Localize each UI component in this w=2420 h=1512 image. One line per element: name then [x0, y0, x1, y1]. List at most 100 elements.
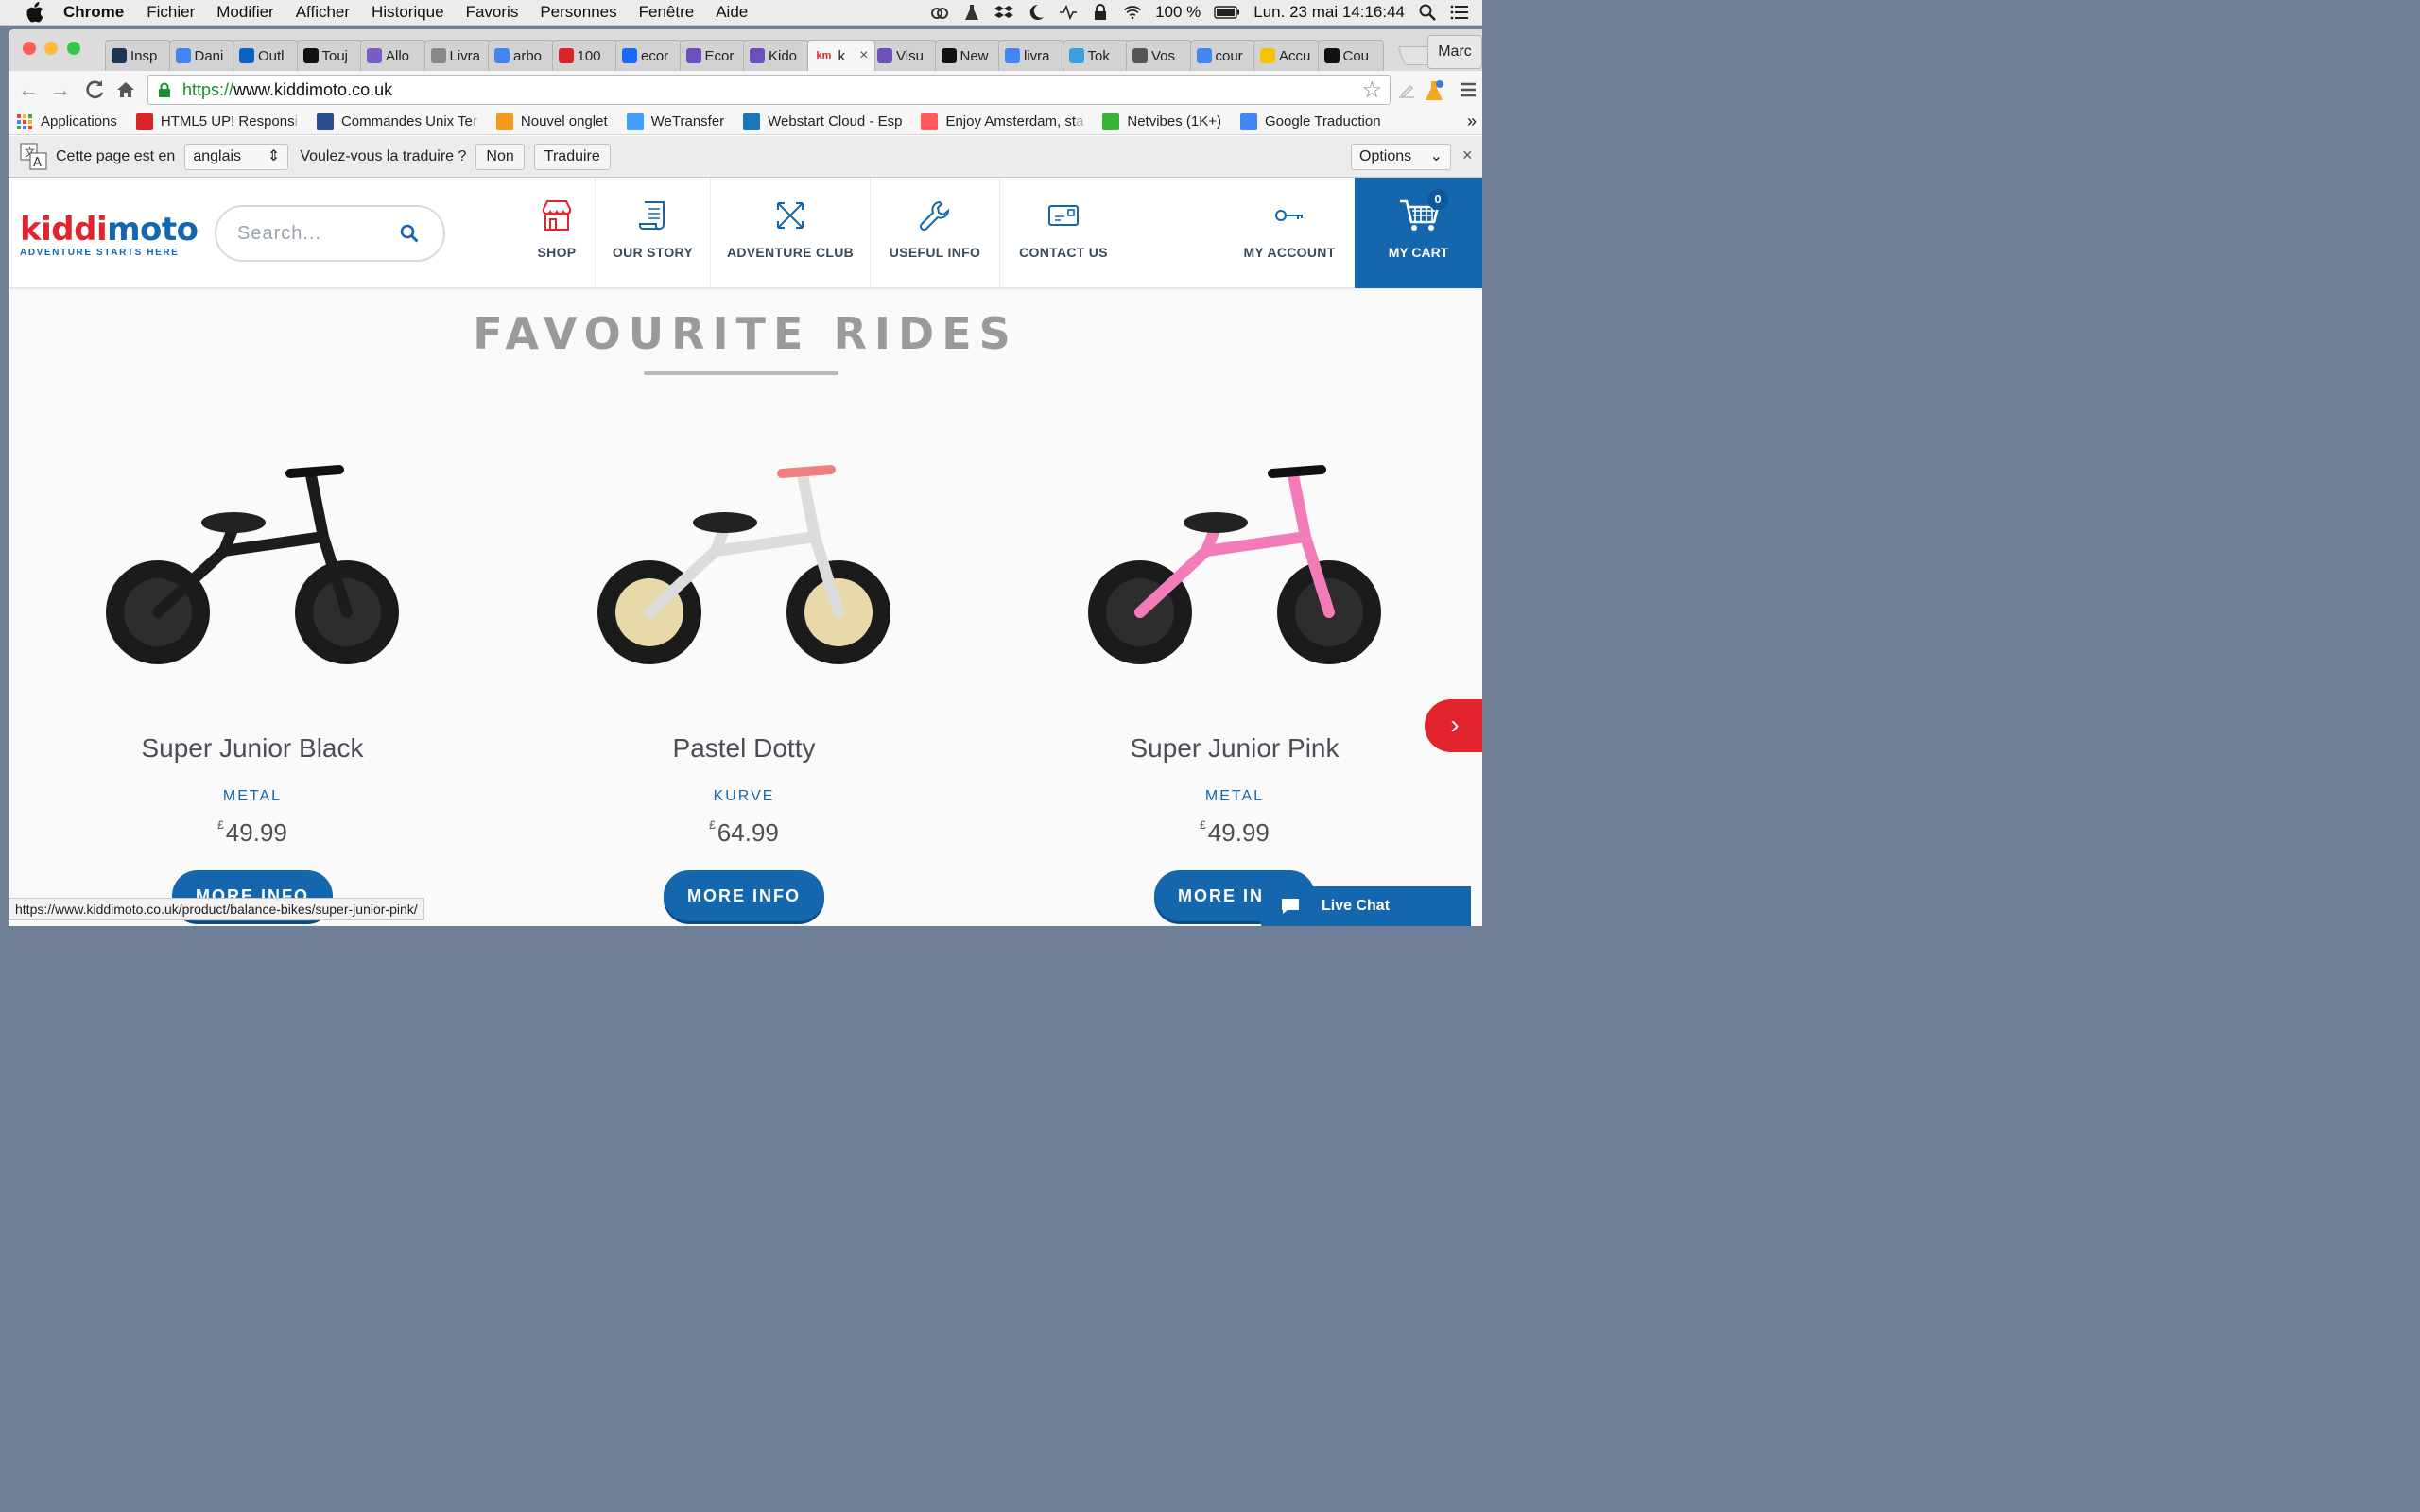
tab-favicon-icon — [685, 48, 701, 63]
product-brand[interactable]: METAL — [54, 788, 451, 805]
menu-fichier[interactable]: Fichier — [147, 3, 195, 22]
browser-tab[interactable]: 100 — [551, 40, 618, 71]
creative-cloud-icon[interactable] — [930, 4, 949, 21]
dropbox-icon[interactable] — [994, 4, 1014, 21]
nav-our-story[interactable]: OUR STORY — [595, 178, 710, 288]
search-icon[interactable] — [400, 224, 419, 243]
apple-logo-icon[interactable] — [24, 2, 44, 23]
bookmarks-overflow-icon[interactable]: » — [1467, 112, 1477, 131]
moon-icon[interactable] — [1027, 4, 1046, 21]
bookmark-item[interactable]: WeTransfer — [626, 112, 724, 130]
kiddimoto-logo[interactable]: kiddimoto ADVENTURE STARTS HERE — [20, 214, 199, 258]
product-brand[interactable]: KURVE — [545, 788, 942, 805]
bookmark-item[interactable]: Enjoy Amsterdam, st a — [921, 112, 1083, 130]
bookmark-item[interactable]: Webstart Cloud - Esp — [743, 112, 903, 130]
browser-tab[interactable]: cour — [1189, 40, 1256, 71]
wifi-icon[interactable] — [1123, 4, 1142, 21]
tab-close-icon[interactable]: × — [859, 47, 868, 64]
forward-arrow-icon[interactable]: → — [48, 77, 73, 102]
product-name[interactable]: Pastel Dotty — [545, 733, 942, 764]
browser-tab[interactable]: Insp — [105, 40, 171, 71]
browser-tab[interactable]: Allo — [360, 40, 426, 71]
browser-tab[interactable]: Visu — [871, 40, 937, 71]
menu-afficher[interactable]: Afficher — [296, 3, 350, 22]
bookmark-label: Applications — [41, 113, 117, 129]
bookmark-star-icon[interactable]: ☆ — [1361, 77, 1382, 104]
chrome-menu-icon[interactable] — [1459, 81, 1478, 98]
nav-contact-us[interactable]: CONTACT US — [999, 178, 1127, 288]
bookmark-item[interactable]: Nouvel onglet — [495, 112, 608, 130]
bookmark-item[interactable]: Commandes Unix Te r — [316, 112, 477, 130]
extension-flask-icon[interactable] — [1424, 79, 1444, 102]
menubar-clock[interactable]: Lun. 23 mai 14:16:44 — [1253, 3, 1405, 22]
browser-tab[interactable]: Tok — [1062, 40, 1129, 71]
browser-tab[interactable]: Ecor — [679, 40, 746, 71]
address-bar[interactable]: https:// www.kiddimoto.co.uk ☆ — [147, 75, 1391, 105]
menu-fenetre[interactable]: Fenêtre — [639, 3, 695, 22]
carousel-next-button[interactable]: › — [1425, 699, 1482, 752]
balance-bike-image[interactable] — [583, 447, 905, 683]
browser-tab[interactable]: Vos — [1126, 40, 1192, 71]
menu-historique[interactable]: Historique — [372, 3, 444, 22]
menu-favoris[interactable]: Favoris — [466, 3, 519, 22]
browser-tab[interactable]: ecor — [615, 40, 682, 71]
product-brand[interactable]: METAL — [1036, 788, 1433, 805]
reload-icon[interactable] — [82, 77, 107, 102]
close-window-button[interactable] — [23, 42, 36, 55]
browser-tab[interactable]: km k × — [806, 40, 875, 71]
notification-center-icon[interactable] — [1450, 4, 1469, 21]
translate-options-select[interactable]: Options ⌄ — [1351, 144, 1451, 170]
bookmark-item[interactable]: Google Traduction — [1239, 112, 1381, 130]
extension-pen-icon[interactable] — [1396, 80, 1417, 101]
browser-tab[interactable]: Livra — [424, 40, 491, 71]
nav-my-account[interactable]: MY ACCOUNT — [1228, 178, 1351, 288]
bookmark-label: HTML5 UP! Respons — [160, 113, 295, 129]
secure-lock-icon[interactable] — [158, 82, 171, 97]
product-name[interactable]: Super Junior Black — [54, 733, 451, 764]
browser-tab[interactable]: Touj — [296, 40, 363, 71]
more-info-button[interactable]: MORE INFO — [664, 870, 824, 921]
spotlight-search-icon[interactable] — [1418, 4, 1437, 21]
profile-button[interactable]: Marc — [1427, 35, 1482, 69]
language-select[interactable]: anglais ⇕ — [184, 143, 289, 170]
activity-icon[interactable] — [1059, 4, 1078, 21]
minimize-window-button[interactable] — [44, 42, 58, 55]
nav-shop[interactable]: SHOP — [519, 178, 595, 288]
zoom-window-button[interactable] — [67, 42, 80, 55]
close-icon[interactable]: × — [1462, 146, 1473, 165]
browser-tab[interactable]: livra — [998, 40, 1064, 71]
browser-tab[interactable]: Accu — [1253, 40, 1320, 71]
balance-bike-image[interactable] — [92, 447, 413, 683]
nav-useful-info[interactable]: USEFUL INFO — [870, 178, 999, 288]
browser-tab[interactable]: Cou — [1317, 40, 1384, 71]
flask-icon[interactable] — [962, 4, 981, 21]
balance-bike-image[interactable] — [1074, 447, 1395, 683]
svg-text:A: A — [33, 156, 42, 170]
search-input[interactable]: Search... — [215, 205, 445, 262]
bookmark-item[interactable]: Netvibes (1K+) — [1102, 112, 1221, 130]
menu-modifier[interactable]: Modifier — [216, 3, 273, 22]
bookmark-applications[interactable]: Applications — [16, 113, 117, 130]
browser-tab[interactable]: New — [934, 40, 1001, 71]
browser-tab[interactable]: Kido — [743, 40, 809, 71]
bookmark-item[interactable]: HTML5 UP! Respons i — [135, 112, 298, 130]
my-cart-button[interactable]: MY CART 0 — [1355, 178, 1482, 288]
translate-no-button[interactable]: Non — [475, 143, 525, 170]
app-menu-chrome[interactable]: Chrome — [63, 3, 124, 22]
battery-icon[interactable] — [1214, 4, 1240, 21]
live-chat-button[interactable]: Live Chat — [1261, 886, 1471, 926]
browser-tab[interactable]: arbo — [488, 40, 554, 71]
back-arrow-icon[interactable]: ← — [16, 77, 41, 102]
bookmark-label-fade: r — [472, 113, 477, 129]
nav-useful-info-label: USEFUL INFO — [889, 245, 981, 260]
bookmark-label: Webstart Cloud - Esp — [768, 113, 903, 129]
browser-tab[interactable]: Dani — [168, 40, 235, 71]
browser-tab[interactable]: Outl — [233, 40, 299, 71]
menu-aide[interactable]: Aide — [716, 3, 748, 22]
home-icon[interactable] — [113, 77, 138, 102]
nav-adventure-club[interactable]: ADVENTURE CLUB — [710, 178, 870, 288]
menu-personnes[interactable]: Personnes — [540, 3, 616, 22]
lock-icon[interactable] — [1091, 4, 1110, 21]
translate-yes-button[interactable]: Traduire — [533, 143, 611, 170]
product-name[interactable]: Super Junior Pink — [1036, 733, 1433, 764]
